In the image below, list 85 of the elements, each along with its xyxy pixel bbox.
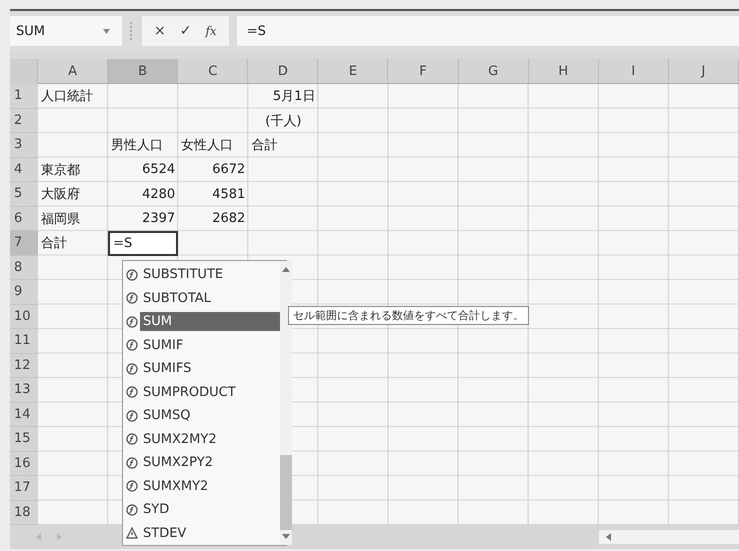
table-cell-text: 人口統計 [40,88,94,106]
function-icon [126,386,138,398]
row-header[interactable]: 10 [10,304,38,329]
row-header[interactable]: 7 [10,231,38,256]
vertical-scrollbar[interactable] [280,261,292,545]
sheet-nav-icon[interactable] [36,533,62,541]
function-list-item[interactable]: SUM [140,312,280,332]
row-header[interactable]: 18 [10,500,38,525]
row-header[interactable]: 6 [10,206,38,231]
scroll-left-icon[interactable] [605,533,613,541]
row-header[interactable]: 9 [10,280,38,304]
function-list-item[interactable]: STDEV [140,524,190,543]
active-cell[interactable]: =S [108,231,178,256]
function-tooltip: セル範囲に含まれる数値をすべて合計します。 [288,306,529,325]
function-list-item[interactable]: SUBSTITUTE [140,265,226,284]
name-box-text: SUM [16,24,45,38]
row-header[interactable]: 4 [10,158,38,182]
function-list-item[interactable]: SYD [140,500,172,520]
table-cell-text: 女性人口 [180,137,234,156]
row-header[interactable]: 11 [10,329,38,354]
function-icon [126,480,138,492]
function-icon [126,504,138,516]
table-cell-text: (千人) [264,112,302,131]
function-list-item[interactable]: SUMX2MY2 [140,430,220,449]
row-header[interactable]: 8 [10,256,38,280]
insert-function-button[interactable]: fx [199,19,223,43]
row-header[interactable]: 17 [10,476,38,500]
row-header[interactable]: 16 [10,452,38,476]
row-header[interactable]: 15 [10,427,38,452]
scroll-up-icon[interactable] [282,267,290,272]
function-icon [126,316,138,328]
table-cell-text: 5月1日 [272,88,316,106]
scrollbar-thumb[interactable] [280,455,292,530]
function-icon [126,362,138,375]
column-header[interactable]: I [598,59,669,84]
row-header[interactable]: 14 [10,402,38,427]
table-cell-text: 4280 [141,186,176,204]
function-icon [126,339,138,352]
enter-button[interactable]: ✓ [174,19,198,43]
column-header[interactable]: E [318,59,388,84]
column-header[interactable]: A [38,59,108,84]
horizontal-scrollbar[interactable] [599,530,739,544]
column-header[interactable]: F [388,59,459,84]
row-header[interactable]: 12 [10,354,38,378]
table-cell-text: 東京都 [40,162,81,180]
table-cell-text: 2397 [141,210,176,228]
table-cell-text: 6524 [141,161,176,180]
function-list-item[interactable]: SUMIFS [140,359,194,378]
warning-icon [126,527,138,540]
table-cell-text: 6672 [211,161,246,180]
row-header[interactable]: 2 [10,108,38,133]
cancel-button[interactable]: × [148,19,172,43]
function-list-item[interactable]: SUMXMY2 [140,476,212,496]
function-list-item[interactable]: SUMPRODUCT [140,382,239,402]
table-cell-text: 合計 [250,137,278,156]
select-all-corner[interactable] [10,59,38,84]
table-cell-text: 合計 [40,235,68,254]
row-header[interactable]: 3 [10,133,38,158]
column-header[interactable]: C [178,59,248,84]
function-icon [126,292,138,304]
function-list-item[interactable]: SUMIF [140,336,186,355]
row-header[interactable]: 13 [10,378,38,402]
function-list-item[interactable]: SUBTOTAL [140,288,214,308]
function-icon [126,268,138,281]
column-header[interactable]: G [458,59,529,84]
column-header[interactable]: H [528,59,599,84]
caret-icon[interactable] [103,28,110,34]
name-box[interactable]: SUM [10,16,122,46]
table-cell-text: 4581 [211,186,246,204]
table-cell-text: 2682 [211,210,246,228]
function-list-item[interactable]: SUMSQ [140,406,194,426]
scroll-down-icon[interactable] [282,534,290,539]
column-header[interactable]: D [248,59,318,84]
formula-field[interactable]: =S [236,16,739,46]
table-cell-text: 大阪府 [40,186,81,204]
row-header[interactable]: 5 [10,182,38,206]
function-icon [126,410,138,422]
function-icon [126,433,138,446]
column-header[interactable]: J [668,59,739,84]
function-icon [126,456,138,469]
function-list-item[interactable]: SUMX2PY2 [140,453,216,472]
column-header[interactable]: B [108,59,178,84]
table-cell-text: 男性人口 [110,137,164,156]
table-cell-text: 福岡県 [40,210,81,229]
row-header[interactable]: 1 [10,84,38,108]
